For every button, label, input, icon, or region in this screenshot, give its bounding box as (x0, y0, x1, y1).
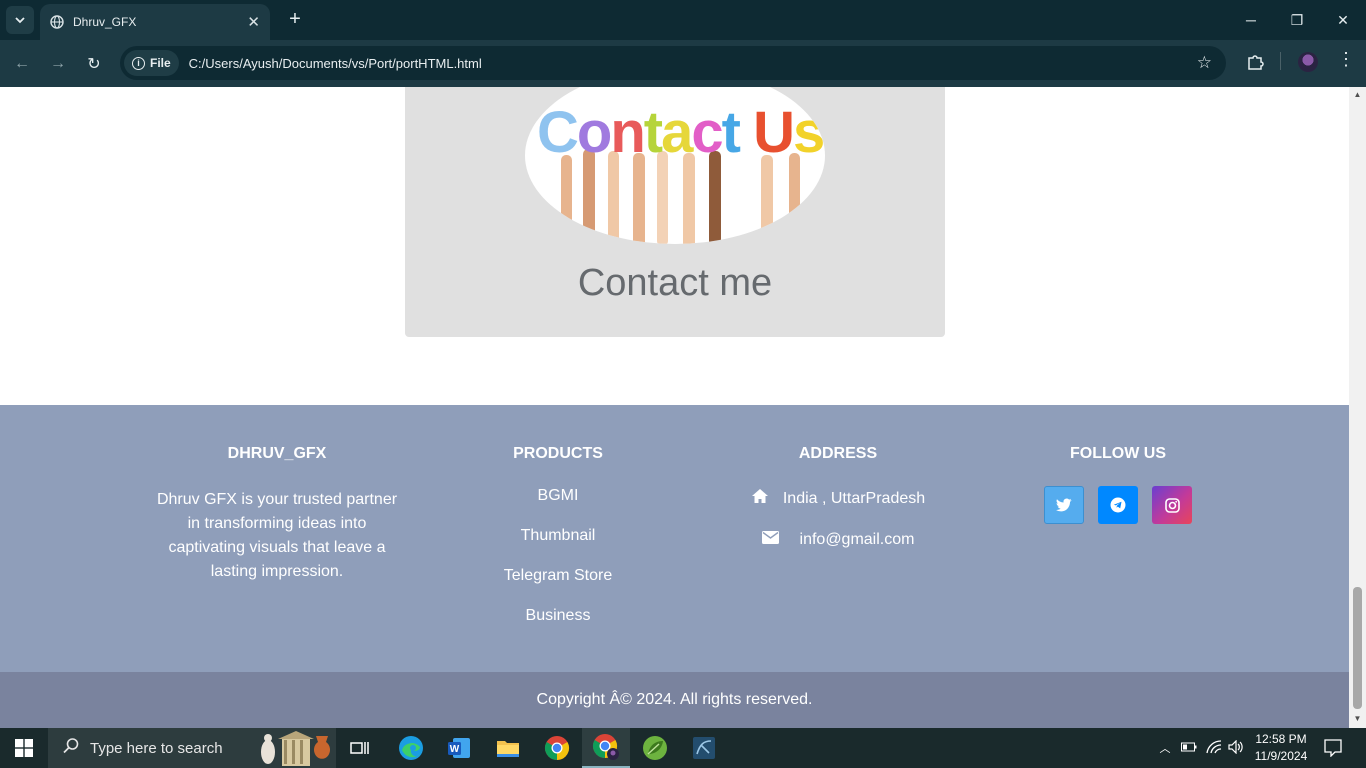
toolbar-divider (1280, 52, 1281, 70)
edge-icon (399, 736, 423, 760)
back-button[interactable]: ← (9, 51, 35, 77)
clock-date: 11/9/2024 (1254, 749, 1308, 763)
wifi-icon[interactable] (1206, 739, 1222, 757)
windows-logo-icon (15, 739, 33, 757)
info-icon: i (132, 56, 145, 70)
footer-follow-column: FOLLOW US (978, 445, 1258, 524)
leaf-app-icon (643, 736, 667, 760)
site-info-chip[interactable]: i File (124, 50, 179, 76)
taskbar-chrome-profile[interactable] (582, 728, 630, 768)
taskbar-spring-tool[interactable] (631, 728, 679, 768)
tab-title: Dhruv_GFX (73, 15, 137, 29)
clock-time: 12:58 PM (1255, 732, 1307, 746)
profile-avatar[interactable] (1298, 52, 1318, 72)
word-icon: W (448, 738, 470, 758)
volume-icon[interactable] (1228, 739, 1244, 757)
url-text[interactable]: C:/Users/Ayush/Documents/vs/Port/portHTM… (189, 56, 1197, 71)
site-info-label: File (150, 56, 171, 70)
twitter-icon (1056, 498, 1072, 512)
scroll-up-arrow-icon[interactable]: ▲ (1353, 90, 1362, 99)
address-location: India , UttarPradesh (698, 488, 978, 509)
taskbar-edge[interactable] (387, 728, 435, 768)
footer-products-column: PRODUCTS BGMI Thumbnail Telegram Store B… (418, 445, 698, 648)
instagram-button[interactable] (1152, 486, 1192, 524)
chevron-down-icon (15, 17, 25, 24)
chrome-profile-icon (592, 734, 619, 760)
instagram-icon (1164, 497, 1180, 513)
follow-heading: FOLLOW US (1070, 445, 1166, 462)
browser-tab[interactable]: Dhruv_GFX ✕ (40, 4, 270, 40)
chrome-icon (544, 736, 570, 760)
location-text: India , UttarPradesh (782, 489, 926, 507)
taskbar-chrome[interactable] (533, 728, 581, 768)
footer-brand-column: DHRUV_GFX Dhruv GFX is your trusted part… (137, 445, 417, 584)
search-highlight-icon (258, 730, 334, 768)
scrollbar-thumb[interactable] (1353, 587, 1362, 709)
reload-button[interactable]: ↻ (81, 51, 107, 77)
contact-card[interactable]: Contact Us Contact me (405, 87, 945, 337)
minimize-button[interactable]: ─ (1228, 0, 1274, 40)
notification-icon (1324, 739, 1342, 757)
close-tab-icon[interactable]: ✕ (247, 13, 260, 31)
system-tray: ︿ (1157, 728, 1244, 768)
task-view-button[interactable] (336, 728, 384, 768)
copyright-bar: Copyright Â© 2024. All rights reserved. (0, 672, 1349, 728)
folder-icon (497, 741, 519, 757)
contact-us-lettering: Contact Us (537, 100, 825, 165)
page-viewport: Contact Us Contact me DHRUV_GFX Dhruv GF… (0, 87, 1349, 728)
tab-search-button[interactable] (6, 6, 34, 34)
home-icon (751, 488, 783, 509)
address-email: info@gmail.com (698, 531, 978, 549)
scroll-down-arrow-icon[interactable]: ▼ (1353, 714, 1362, 723)
bookmark-star-icon[interactable]: ☆ (1197, 53, 1212, 73)
social-links (978, 486, 1258, 524)
taskbar-clock[interactable]: 12:58 PM 11/9/2024 (1252, 731, 1310, 765)
task-view-icon (350, 742, 369, 754)
contact-us-image: Contact Us (525, 87, 825, 244)
taskbar-word[interactable]: W (435, 728, 483, 768)
footer-address-column: ADDRESS India , UttarPradesh info@gmail.… (698, 445, 978, 571)
address-bar[interactable]: i File C:/Users/Ayush/Documents/vs/Port/… (120, 46, 1226, 80)
taskbar-search[interactable]: Type here to search (48, 728, 336, 768)
reload-icon: ↻ (87, 56, 101, 73)
notification-center-button[interactable] (1324, 728, 1342, 768)
taskbar-file-explorer[interactable] (484, 728, 532, 768)
product-link-telegram-store[interactable]: Telegram Store (418, 568, 698, 584)
windows-taskbar: Type here to search W ︿ 12:58 PM 11/9/20… (0, 728, 1366, 768)
product-link-business[interactable]: Business (418, 608, 698, 624)
svg-text:W: W (450, 744, 460, 755)
extensions-icon[interactable] (1246, 52, 1264, 75)
products-heading: PRODUCTS (513, 445, 603, 462)
restore-button[interactable]: ❐ (1274, 0, 1320, 40)
start-button[interactable] (0, 728, 48, 768)
globe-icon (50, 15, 64, 29)
envelope-icon (761, 531, 800, 549)
tab-bar: Dhruv_GFX ✕ + ─ ❐ ✕ (0, 0, 1366, 40)
chevron-up-icon[interactable]: ︿ (1157, 740, 1173, 756)
database-app-icon (693, 737, 715, 759)
search-icon (62, 737, 80, 760)
battery-icon[interactable] (1181, 741, 1197, 755)
page-scrollbar[interactable]: ▲ ▼ (1349, 87, 1366, 728)
arrow-left-icon: ← (14, 55, 30, 72)
contact-title: Contact me (577, 262, 773, 304)
more-menu-icon[interactable]: ⋮ (1337, 49, 1355, 70)
telegram-icon (1110, 497, 1126, 513)
close-window-button[interactable]: ✕ (1320, 0, 1366, 40)
product-link-bgmi[interactable]: BGMI (418, 488, 698, 504)
telegram-button[interactable] (1098, 486, 1138, 524)
footer: DHRUV_GFX Dhruv GFX is your trusted part… (0, 405, 1349, 672)
product-link-thumbnail[interactable]: Thumbnail (418, 528, 698, 544)
new-tab-button[interactable]: + (283, 8, 307, 32)
brand-description: Dhruv GFX is your trusted partner in tra… (156, 491, 398, 580)
address-heading: ADDRESS (798, 445, 878, 462)
twitter-button[interactable] (1044, 486, 1084, 524)
browser-toolbar: ← → ↻ i File C:/Users/Ayush/Documents/vs… (0, 40, 1366, 87)
search-placeholder: Type here to search (90, 739, 223, 757)
arrow-right-icon: → (50, 55, 66, 72)
brand-heading: DHRUV_GFX (227, 445, 327, 462)
email-link[interactable]: info@gmail.com (800, 531, 915, 549)
forward-button[interactable]: → (45, 51, 71, 77)
taskbar-mysql-workbench[interactable] (680, 728, 728, 768)
